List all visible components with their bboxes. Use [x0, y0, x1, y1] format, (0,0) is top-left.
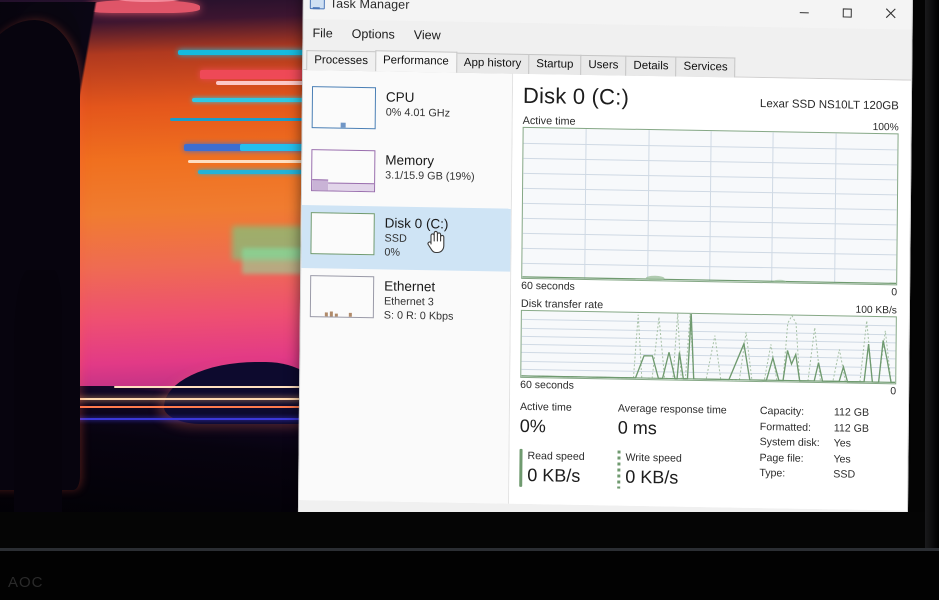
maximize-button[interactable]	[826, 0, 869, 29]
disk-mini-chart	[310, 212, 375, 256]
sidebar-item-sub: 3.1/15.9 GB (19%)	[385, 169, 475, 184]
transfer-rate-chart-max: 100 KB/s	[855, 304, 897, 317]
sidebar-item-memory[interactable]: Memory 3.1/15.9 GB (19%)	[302, 142, 512, 209]
stat-read-speed-value: 0 KB/s	[527, 464, 581, 486]
meta-value: 112 GB	[833, 406, 870, 419]
window-controls	[783, 0, 912, 30]
task-manager-icon	[310, 0, 324, 10]
monitor-photo: Task Manager File Options View Processes…	[0, 0, 939, 600]
tab-users[interactable]: Users	[580, 54, 627, 76]
active-time-chart-xlabel: 60 seconds	[521, 279, 575, 293]
sidebar-item-label: Memory	[385, 152, 435, 169]
active-time-chart-max: 100%	[872, 121, 899, 134]
meta-row-type: Type: SSD	[759, 466, 868, 483]
minimize-button[interactable]	[783, 0, 826, 28]
tab-startup[interactable]: Startup	[528, 53, 582, 75]
sidebar-item-disk-0[interactable]: Disk 0 (C:) SSD 0%	[301, 205, 511, 272]
stat-write-speed: Write speed 0 KB/s	[617, 450, 747, 491]
meta-value: Yes	[833, 437, 851, 450]
menu-item-options[interactable]: Options	[352, 26, 395, 41]
read-speed-legend-bar	[519, 448, 523, 487]
memory-mini-chart	[311, 149, 376, 193]
meta-value: 112 GB	[833, 421, 869, 435]
transfer-rate-plot	[521, 313, 896, 384]
tab-services[interactable]: Services	[675, 56, 736, 78]
page-title: Disk 0 (C:)	[522, 82, 630, 110]
active-time-chart-label: Active time	[522, 114, 576, 128]
monitor-brand-logo: AOC	[8, 574, 44, 591]
close-button[interactable]	[869, 0, 912, 30]
meta-key: Page file:	[759, 451, 804, 465]
write-speed-legend-bar	[617, 450, 621, 489]
transfer-rate-chart-min: 0	[890, 385, 897, 398]
desktop-screen: Task Manager File Options View Processes…	[0, 0, 925, 512]
disk-meta-list: Capacity: 112 GB Formatted: 112 GB Syste…	[759, 404, 869, 493]
sidebar-item-label: Ethernet	[384, 278, 436, 295]
active-time-chart-min: 0	[891, 286, 898, 299]
transfer-rate-chart-xlabel: 60 seconds	[520, 378, 574, 392]
meta-key: Type:	[759, 467, 786, 480]
performance-body: CPU 0% 4.01 GHz Memory 3.1/15.9 GB (19%)	[299, 70, 912, 511]
stat-read-speed: Read speed 0 KB/s	[519, 448, 617, 489]
stat-avg-response-value: 0 ms	[617, 417, 657, 439]
speed-stats: Read speed 0 KB/s Write speed 0 KB/s	[519, 448, 747, 491]
window-title: Task Manager	[329, 0, 410, 12]
stat-avg-response: Average response time 0 ms	[618, 402, 748, 442]
meta-value: SSD	[833, 468, 856, 481]
meta-value: Yes	[833, 452, 851, 466]
sidebar-item-sub: Ethernet 3	[383, 295, 434, 309]
menu-item-view[interactable]: View	[414, 27, 441, 41]
active-time-plot	[522, 275, 897, 284]
active-time-chart	[521, 126, 899, 286]
monitor-bezel-right	[925, 0, 939, 600]
sidebar-item-ethernet[interactable]: Ethernet Ethernet 3 S: 0 R: 0 Kbps	[301, 268, 511, 335]
stat-read-speed-label: Read speed	[527, 449, 585, 463]
stat-write-speed-label: Write speed	[625, 451, 682, 465]
mouse-cursor-hand-icon	[427, 230, 445, 254]
desktop-wallpaper	[0, 0, 324, 512]
tab-app-history[interactable]: App history	[455, 52, 530, 74]
meta-key: System disk:	[759, 436, 820, 450]
stat-write-speed-value: 0 KB/s	[625, 466, 679, 488]
task-manager-window: Task Manager File Options View Processes…	[297, 0, 913, 512]
sidebar-item-sub2: S: 0 R: 0 Kbps	[383, 309, 454, 323]
ethernet-mini-chart	[309, 275, 375, 319]
meta-key: Formatted:	[759, 420, 812, 434]
tab-processes[interactable]: Processes	[306, 50, 377, 72]
wallpaper-figure	[0, 2, 104, 512]
sidebar-item-cpu[interactable]: CPU 0% 4.01 GHz	[303, 79, 513, 146]
tab-performance[interactable]: Performance	[374, 50, 457, 73]
transfer-rate-chart	[520, 309, 897, 385]
tab-details[interactable]: Details	[625, 55, 677, 77]
disk-model-label: Lexar SSD NS10LT 120GB	[759, 97, 899, 113]
disk-stats: Active time 0% Average response time 0 m…	[519, 400, 896, 494]
monitor-bezel-bottom	[0, 548, 939, 600]
disk-detail-panel: Disk 0 (C:) Lexar SSD NS10LT 120GB Activ…	[509, 73, 912, 511]
sidebar-item-label: CPU	[385, 89, 415, 105]
meta-key: Capacity:	[759, 405, 805, 418]
stat-active-time-value: 0%	[519, 415, 546, 437]
sidebar-item-sub: 0% 4.01 GHz	[385, 106, 451, 120]
resource-sidebar: CPU 0% 4.01 GHz Memory 3.1/15.9 GB (19%)	[299, 70, 514, 504]
menu-item-file[interactable]: File	[312, 26, 332, 40]
stat-active-time: Active time 0%	[520, 400, 618, 440]
cpu-mini-chart	[311, 86, 377, 130]
